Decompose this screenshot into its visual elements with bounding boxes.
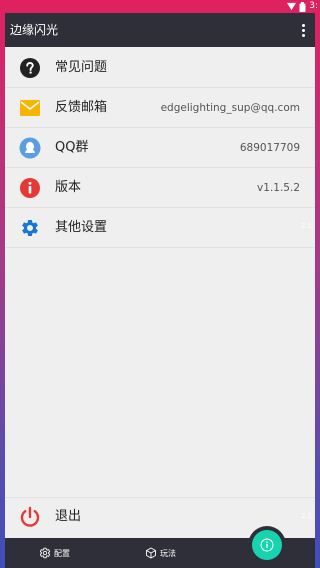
info-icon: [19, 177, 41, 199]
battery-icon: [299, 1, 306, 12]
screen: 3: 边缘闪光 常见问题 反馈邮箱 edgelighting_sup@qq.co…: [0, 0, 320, 568]
menu-item-version[interactable]: 版本 v1.1.5.2: [5, 168, 315, 208]
nav-tab-gameplay[interactable]: 玩法: [145, 538, 176, 568]
nav-tab-label: 配置: [54, 548, 70, 558]
more-vert-icon[interactable]: [297, 22, 309, 38]
status-time: 3:: [309, 1, 318, 11]
nav-tab-config[interactable]: 配置: [39, 538, 70, 568]
gear-icon: [39, 547, 51, 559]
settings-list: 常见问题 反馈邮箱 edgelighting_sup@qq.com QQ群 68…: [5, 48, 315, 248]
app-bar: 边缘闪光: [5, 13, 315, 47]
gear-icon: [19, 217, 41, 239]
app-window: 边缘闪光 常见问题 反馈邮箱 edgelighting_sup@qq.com Q…: [5, 13, 315, 568]
logout-label: 退出: [55, 509, 82, 524]
menu-item-faq[interactable]: 常见问题: [5, 48, 315, 88]
feedback-email-value: edgelighting_sup@qq.com: [160, 102, 300, 114]
info-icon: [260, 538, 274, 552]
qq-group-value: 689017709: [239, 142, 300, 154]
menu-item-label: 版本: [55, 180, 82, 195]
power-icon: [19, 506, 41, 528]
version-value: v1.1.5.2: [257, 182, 300, 194]
menu-item-label: QQ群: [55, 140, 89, 155]
app-title: 边缘闪光: [10, 23, 59, 37]
menu-item-label: 反馈邮箱: [55, 100, 108, 115]
info-fab-button[interactable]: [252, 530, 282, 560]
menu-item-feedback-email[interactable]: 反馈邮箱 edgelighting_sup@qq.com: [5, 88, 315, 128]
signal-icon: [287, 2, 297, 11]
menu-item-other-settings[interactable]: 其他设置 2.1: [5, 208, 315, 248]
help-icon: [19, 57, 41, 79]
menu-item-label: 常见问题: [55, 60, 108, 75]
faded-text: 2.1: [300, 512, 312, 520]
mail-icon: [19, 97, 41, 119]
menu-item-label: 其他设置: [55, 220, 108, 235]
status-bar: 3:: [287, 0, 320, 13]
cube-icon: [146, 547, 156, 559]
menu-item-qq-group[interactable]: QQ群 689017709: [5, 128, 315, 168]
faded-text: 2.1: [300, 222, 312, 230]
nav-tab-label: 玩法: [160, 548, 176, 558]
qq-icon: [19, 137, 41, 159]
